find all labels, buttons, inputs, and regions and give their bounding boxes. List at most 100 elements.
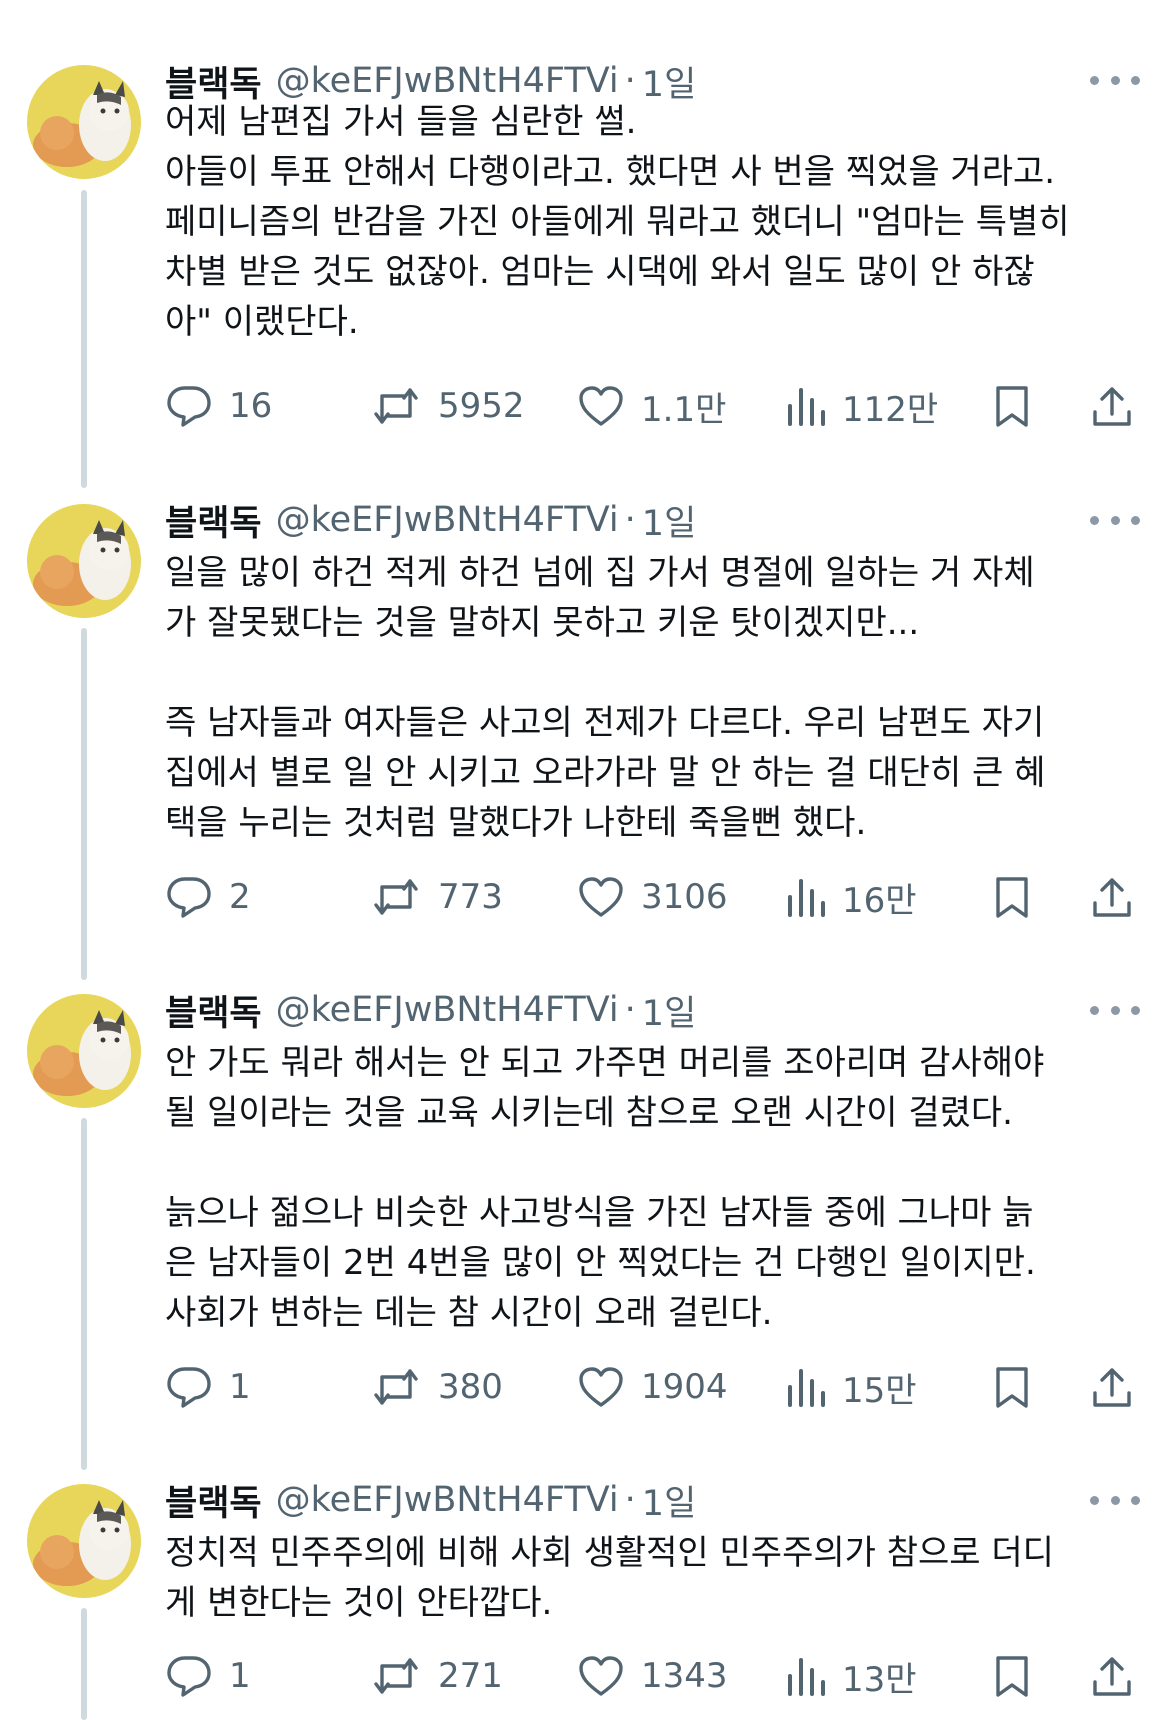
text-line: 차별 받은 것도 없잖아. 엄마는 시댁에 와서 일도 많이 안 하잖 [165, 252, 1035, 292]
views-count: 112만 [842, 389, 939, 430]
avatar[interactable] [27, 65, 141, 179]
share-button[interactable] [1090, 1362, 1134, 1412]
tweet-header: 블랙독 @keEFJwBNtH4FTVi · 1일 [165, 1478, 696, 1524]
more-icon[interactable] [1090, 70, 1140, 90]
user-handle[interactable]: @keEFJwBNtH4FTVi [276, 61, 619, 101]
views-icon [788, 1369, 825, 1407]
retweet-button[interactable]: 380 [370, 1362, 503, 1412]
bookmark-icon [996, 1656, 1028, 1697]
timestamp[interactable]: 1일 [642, 1475, 696, 1526]
reply-button[interactable]: 2 [165, 872, 251, 922]
display-name[interactable]: 블랙독 [165, 495, 262, 546]
share-icon [1093, 1368, 1131, 1407]
retweet-icon [374, 388, 418, 424]
text-line: 사회가 변하는 데는 참 시간이 오래 걸린다. [165, 1293, 773, 1333]
display-name[interactable]: 블랙독 [165, 1475, 262, 1526]
action-bar: 1 380 1904 15만 [0, 1362, 1170, 1412]
text-line: 게 변한다는 것이 안타깝다. [165, 1583, 553, 1623]
text-line: 은 남자들이 2번 4번을 많이 안 찍었다는 건 다행인 일이지만. [165, 1243, 1036, 1283]
like-icon [579, 386, 623, 426]
avatar[interactable] [27, 504, 141, 618]
user-handle[interactable]: @keEFJwBNtH4FTVi [276, 500, 619, 540]
reply-button[interactable]: 1 [165, 1362, 251, 1412]
like-button[interactable]: 3106 [577, 872, 728, 922]
bookmark-button[interactable] [992, 1651, 1032, 1701]
reply-button[interactable]: 16 [165, 381, 272, 431]
share-icon [1093, 387, 1131, 426]
tweet-text: 일을 많이 하건 적게 하건 넘에 집 가서 명절에 일하는 거 자체 가 잘못… [165, 548, 1140, 848]
text-line: 정치적 민주주의에 비해 사회 생활적인 민주주의가 참으로 더디 [165, 1533, 1054, 1573]
retweet-icon [374, 1369, 418, 1405]
share-icon [1093, 1657, 1131, 1696]
tweet-text: 어제 남편집 가서 들을 심란한 썰. 아들이 투표 안해서 다행이라고. 했다… [165, 97, 1140, 347]
action-bar: 2 773 3106 16만 [0, 872, 1170, 922]
views-count: 16만 [842, 880, 917, 921]
views-count: 13만 [842, 1659, 917, 1700]
like-button[interactable]: 1904 [577, 1362, 728, 1412]
reply-count: 16 [229, 386, 273, 426]
share-button[interactable] [1090, 872, 1134, 922]
views-button[interactable]: 112만 [786, 381, 938, 431]
share-button[interactable] [1090, 381, 1134, 431]
avatar[interactable] [27, 1484, 141, 1598]
timestamp[interactable]: 1일 [642, 495, 696, 546]
bookmark-button[interactable] [992, 381, 1032, 431]
views-button[interactable]: 16만 [786, 872, 917, 922]
separator-dot: · [624, 1480, 636, 1520]
retweet-count: 380 [438, 1367, 503, 1407]
tweet-text: 정치적 민주주의에 비해 사회 생활적인 민주주의가 참으로 더디 게 변한다는… [165, 1528, 1140, 1628]
text-line: 안 가도 뭐라 해서는 안 되고 가주면 머리를 조아리며 감사해야 [165, 1043, 1045, 1083]
share-button[interactable] [1090, 1651, 1134, 1701]
like-button[interactable]: 1343 [577, 1651, 728, 1701]
retweet-count: 773 [438, 877, 503, 917]
text-line: 택을 누리는 것처럼 말했다가 나한테 죽을뻔 했다. [165, 803, 867, 843]
retweet-button[interactable]: 5952 [370, 381, 525, 431]
views-button[interactable]: 15만 [786, 1362, 917, 1412]
share-icon [1093, 878, 1131, 917]
action-bar: 1 271 1343 13만 [0, 1651, 1170, 1701]
reply-count: 1 [229, 1656, 251, 1696]
thread-line-2 [81, 628, 87, 980]
text-line: 즉 남자들과 여자들은 사고의 전제가 다르다. 우리 남편도 자기 [165, 703, 1045, 743]
tweet-text: 안 가도 뭐라 해서는 안 되고 가주면 머리를 조아리며 감사해야 될 일이라… [165, 1038, 1140, 1338]
like-icon [579, 877, 623, 917]
text-line: 가 잘못됐다는 것을 말하지 못하고 키운 탓이겠지만... [165, 603, 920, 643]
display-name[interactable]: 블랙독 [165, 985, 262, 1036]
like-icon [579, 1656, 623, 1696]
reply-count: 1 [229, 1367, 251, 1407]
like-button[interactable]: 1.1만 [577, 381, 726, 431]
text-line: 아들이 투표 안해서 다행이라고. 했다면 사 번을 찍었을 거라고. [165, 152, 1056, 192]
reply-icon [167, 1367, 211, 1408]
separator-dot: · [624, 500, 636, 540]
bookmark-button[interactable] [992, 872, 1032, 922]
more-icon[interactable] [1090, 510, 1140, 530]
like-count: 3106 [641, 877, 728, 917]
reply-button[interactable]: 1 [165, 1651, 251, 1701]
thread-line-3 [81, 1118, 87, 1470]
text-line: 될 일이라는 것을 교육 시키는데 참으로 오랜 시간이 걸렸다. [165, 1093, 1013, 1133]
retweet-icon [374, 879, 418, 915]
text-line: 늙으나 젊으나 비슷한 사고방식을 가진 남자들 중에 그나마 늙 [165, 1193, 1034, 1233]
more-icon[interactable] [1090, 1000, 1140, 1020]
text-line: 페미니즘의 반감을 가진 아들에게 뭐라고 했더니 "엄마는 특별히 [165, 202, 1070, 242]
timestamp[interactable]: 1일 [642, 985, 696, 1036]
views-button[interactable]: 13만 [786, 1651, 917, 1701]
retweet-button[interactable]: 773 [370, 872, 503, 922]
text-line: 아" 이랬단다. [165, 302, 359, 342]
more-icon[interactable] [1090, 1490, 1140, 1510]
user-handle[interactable]: @keEFJwBNtH4FTVi [276, 1480, 619, 1520]
retweet-count: 271 [438, 1656, 503, 1696]
views-icon [788, 388, 825, 426]
retweet-count: 5952 [438, 386, 525, 426]
user-handle[interactable]: @keEFJwBNtH4FTVi [276, 990, 619, 1030]
text-line: 일을 많이 하건 적게 하건 넘에 집 가서 명절에 일하는 거 자체 [165, 553, 1035, 593]
reply-count: 2 [229, 877, 251, 917]
tweet-header: 블랙독 @keEFJwBNtH4FTVi · 1일 [165, 988, 696, 1034]
views-icon [788, 879, 825, 917]
bookmark-button[interactable] [992, 1362, 1032, 1412]
avatar[interactable] [27, 994, 141, 1108]
retweet-icon [374, 1658, 418, 1694]
separator-dot: · [624, 990, 636, 1030]
retweet-button[interactable]: 271 [370, 1651, 503, 1701]
